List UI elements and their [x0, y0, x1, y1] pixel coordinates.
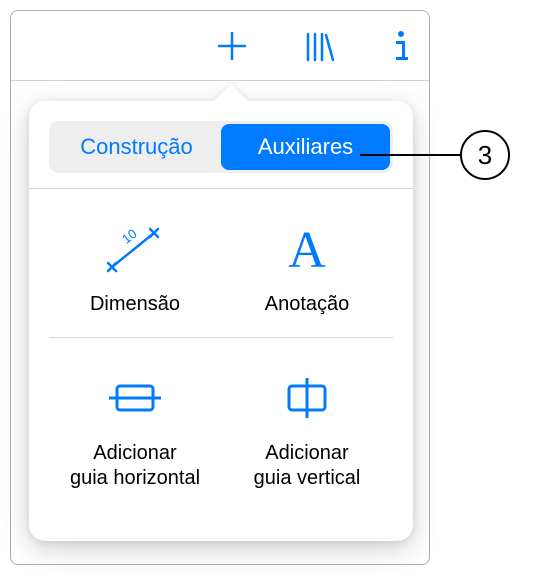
tool-panel: Construção Auxiliares 10 Dimensão: [10, 10, 430, 565]
svg-text:A: A: [288, 222, 326, 279]
add-icon[interactable]: [215, 29, 249, 63]
tool-label: Adicionar guia horizontal: [70, 441, 200, 491]
tool-annotation[interactable]: A Anotação: [221, 189, 393, 337]
guide-horizontal-icon: [103, 363, 167, 433]
library-icon[interactable]: [304, 29, 336, 63]
annotation-icon: A: [277, 214, 337, 284]
tool-label: Anotação: [265, 292, 350, 317]
add-popover: Construção Auxiliares 10 Dimensão: [29, 101, 413, 541]
callout-number: 3: [460, 130, 510, 180]
info-icon[interactable]: [391, 29, 411, 63]
dimension-icon: 10: [100, 214, 170, 284]
segment-construction[interactable]: Construção: [52, 124, 221, 170]
callout-line: [360, 154, 460, 156]
tool-guide-horizontal[interactable]: Adicionar guia horizontal: [49, 338, 221, 511]
guide-vertical-icon: [275, 363, 339, 433]
tool-label: Adicionar guia vertical: [254, 441, 361, 491]
segment-auxiliaries[interactable]: Auxiliares: [221, 124, 390, 170]
tools-grid: 10 Dimensão A Anotação: [49, 189, 393, 511]
callout: 3: [460, 130, 510, 180]
top-toolbar: [11, 11, 429, 81]
tool-label: Dimensão: [90, 292, 180, 317]
tool-dimension[interactable]: 10 Dimensão: [49, 189, 221, 337]
tool-guide-vertical[interactable]: Adicionar guia vertical: [221, 338, 393, 511]
svg-text:10: 10: [119, 226, 140, 247]
segmented-control[interactable]: Construção Auxiliares: [49, 121, 393, 173]
